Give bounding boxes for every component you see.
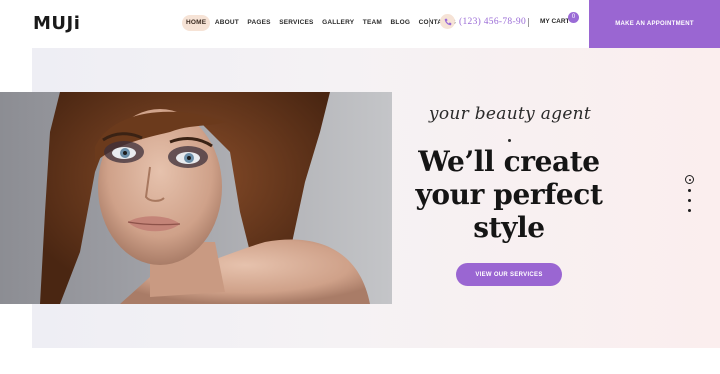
headline-line-3: style <box>473 211 545 244</box>
my-cart-link[interactable]: MY CART <box>540 18 570 25</box>
cart-divider <box>528 18 529 27</box>
phone-number[interactable]: (123) 456-78-90 <box>459 17 526 27</box>
site-header: MUJi HOME ABOUT PAGES SERVICES GALLERY T… <box>0 0 720 48</box>
headline-line-1: We’ll create <box>418 145 600 178</box>
make-appointment-button[interactable]: MAKE AN APPOINTMENT <box>589 0 720 48</box>
phone-icon <box>440 14 455 29</box>
nav-divider <box>429 18 430 27</box>
nav-item-blog[interactable]: BLOG <box>387 15 415 31</box>
site-logo[interactable]: MUJi <box>33 13 80 35</box>
main-nav: HOME ABOUT PAGES SERVICES GALLERY TEAM B… <box>182 15 460 31</box>
view-services-button[interactable]: VIEW OUR SERVICES <box>456 263 562 286</box>
nav-item-gallery[interactable]: GALLERY <box>318 15 358 31</box>
nav-item-home[interactable]: HOME <box>182 15 211 31</box>
nav-item-team[interactable]: TEAM <box>359 15 386 31</box>
slider-dot-4[interactable] <box>688 209 691 212</box>
cart-count-badge: 0 <box>568 12 579 23</box>
headline-line-2: your perfect <box>415 178 603 211</box>
hero-headline: We’ll create your perfect style <box>404 145 614 244</box>
nav-item-about[interactable]: ABOUT <box>211 15 243 31</box>
hero-model-photo <box>0 92 392 304</box>
nav-item-pages[interactable]: PAGES <box>243 15 274 31</box>
slider-dot-3[interactable] <box>688 199 691 202</box>
nav-item-services[interactable]: SERVICES <box>275 15 317 31</box>
tagline-ornament <box>508 139 511 142</box>
phone-contact[interactable]: (123) 456-78-90 <box>440 14 526 29</box>
slider-dot-1[interactable] <box>685 175 694 184</box>
slider-dot-2[interactable] <box>688 189 691 192</box>
hero-tagline: your beauty agent <box>428 104 592 124</box>
